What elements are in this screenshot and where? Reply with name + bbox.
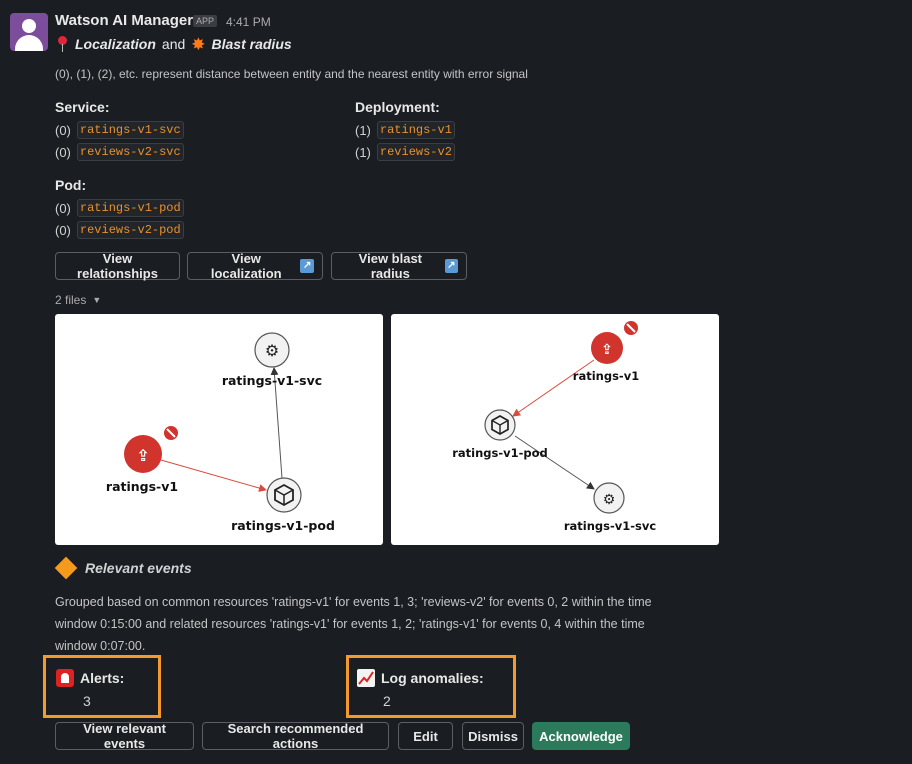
view-blast-radius-button[interactable]: View blast radius ↗ [331, 251, 467, 281]
deployment-row: (1) reviews-v2 [355, 143, 455, 161]
node-label: ratings-v1 [573, 369, 639, 383]
no-entry-badge-icon [164, 426, 178, 440]
alerts-highlight: Alerts: 3 [43, 655, 161, 718]
rotating-light-icon [56, 669, 74, 687]
sender-name[interactable]: Watson AI Manager [55, 12, 193, 29]
distance: (1) [355, 144, 371, 160]
blast-radius-graph-image[interactable]: ⇪ ⚙ ratings-v1 ratings-v1-pod ratings-v1… [391, 314, 719, 545]
service-row: (0) reviews-v2-svc [55, 143, 184, 161]
button-label: Edit [413, 728, 438, 744]
orange-diamond-icon [54, 556, 78, 580]
pod-node-icon [484, 409, 516, 441]
subtitle-blast-radius: Blast radius [211, 36, 292, 52]
svg-text:⚙: ⚙ [603, 492, 616, 508]
external-link-icon: ↗ [444, 259, 458, 273]
button-label: View blast radius [358, 251, 423, 281]
alerts-label: Alerts: [56, 669, 124, 687]
node-label: ratings-v1-pod [231, 518, 335, 533]
distance: (0) [55, 122, 71, 138]
button-label: View relationships [77, 251, 158, 281]
resource-code: reviews-v2 [376, 143, 455, 161]
svg-text:⇪: ⇪ [601, 342, 613, 358]
app-badge: APP [193, 15, 218, 27]
alerts-count: 3 [83, 693, 91, 709]
events-description: Grouped based on common resources 'ratin… [55, 595, 652, 653]
files-label: 2 files [55, 293, 87, 307]
node-label: ratings-v1 [106, 479, 178, 494]
timestamp[interactable]: 4:41 PM [226, 15, 271, 29]
button-label: Dismiss [468, 728, 518, 744]
button-label: View localization [210, 251, 282, 281]
button-label: View relevant events [83, 721, 166, 751]
resource-code: ratings-v1-svc [76, 121, 184, 139]
alerts-label-text: Alerts: [80, 670, 125, 686]
edge-pod-to-svc [514, 435, 595, 490]
resource-code: reviews-v2-svc [76, 143, 184, 161]
service-node-icon: ⚙ [593, 482, 625, 514]
node-label: ratings-v1-svc [564, 519, 657, 533]
subtitle-localization: Localization [75, 36, 156, 52]
button-label: Search recommended actions [227, 721, 364, 751]
external-link-icon: ↗ [300, 259, 314, 273]
deployment-error-node-icon: ⇪ [124, 435, 162, 473]
distance: (0) [55, 200, 71, 216]
chart-increasing-icon [357, 669, 375, 687]
distance: (0) [55, 144, 71, 160]
svg-text:⇪: ⇪ [136, 446, 149, 465]
dismiss-button[interactable]: Dismiss [462, 722, 524, 750]
caret-down-icon: ▼ [92, 295, 102, 305]
blast-radius-graph: ⇪ ⚙ ratings-v1 ratings-v1-pod ratings-v1… [452, 321, 657, 533]
distance: (1) [355, 122, 371, 138]
service-node-icon: ⚙ [254, 332, 290, 368]
no-entry-badge-icon [624, 321, 638, 335]
localization-graph: ⚙ ⇪ ratings-v1-svc ratings-v1 ratings-v1… [106, 332, 335, 533]
pod-row: (0) ratings-v1-pod [55, 199, 184, 217]
pod-label: Pod: [55, 177, 87, 193]
button-label: Acknowledge [539, 728, 623, 744]
log-anomalies-count: 2 [383, 693, 391, 709]
log-anomalies-label-text: Log anomalies: [381, 670, 484, 686]
localization-graph-image[interactable]: ⚙ ⇪ ratings-v1-svc ratings-v1 ratings-v1… [55, 314, 383, 545]
subtitle-and: and [161, 36, 186, 52]
view-localization-button[interactable]: View localization ↗ [187, 251, 323, 281]
distance-note: (0), (1), (2), etc. represent distance b… [55, 67, 528, 81]
svg-text:⚙: ⚙ [265, 341, 279, 360]
round-pushpin-icon [55, 35, 69, 53]
bot-avatar[interactable] [10, 13, 48, 51]
distance: (0) [55, 222, 71, 238]
service-row: (0) ratings-v1-svc [55, 121, 184, 139]
view-relevant-events-button[interactable]: View relevant events [55, 721, 194, 751]
node-label: ratings-v1-pod [452, 446, 548, 460]
log-anomalies-highlight: Log anomalies: 2 [346, 655, 516, 718]
view-relationships-button[interactable]: View relationships [55, 251, 180, 281]
edit-button[interactable]: Edit [398, 722, 453, 750]
resource-code: reviews-v2-pod [76, 221, 184, 239]
search-recommended-actions-button[interactable]: Search recommended actions [202, 721, 389, 751]
service-label: Service: [55, 99, 110, 115]
deployment-error-node-icon: ⇪ [591, 332, 623, 364]
collision-icon: ✸ [191, 34, 206, 54]
pod-row: (0) reviews-v2-pod [55, 221, 184, 239]
deployment-label: Deployment: [355, 99, 440, 115]
files-toggle[interactable]: 2 files ▼ [55, 293, 101, 307]
resource-code: ratings-v1 [376, 121, 455, 139]
resource-code: ratings-v1-pod [76, 199, 184, 217]
relevant-events-heading: Relevant events [54, 556, 192, 580]
acknowledge-button[interactable]: Acknowledge [532, 722, 630, 750]
message-subtitle: Localization and ✸ Blast radius [55, 35, 292, 53]
pod-node-icon [266, 477, 302, 513]
node-label: ratings-v1-svc [222, 373, 322, 388]
log-anomalies-label: Log anomalies: [357, 669, 484, 687]
events-title: Relevant events [85, 560, 192, 576]
deployment-row: (1) ratings-v1 [355, 121, 455, 139]
